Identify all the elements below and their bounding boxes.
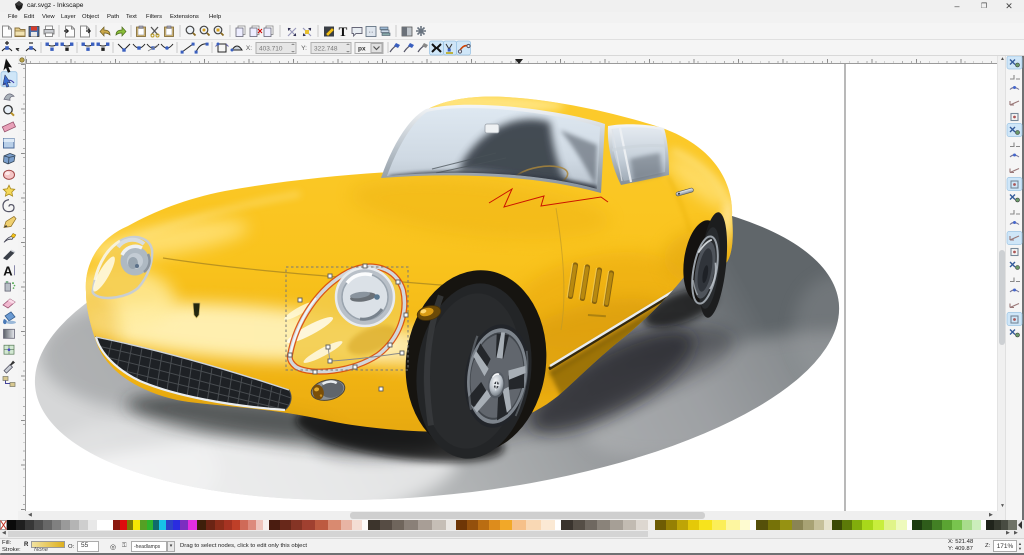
svg-text:T: T	[339, 24, 348, 39]
svg-text:··: ··	[369, 29, 374, 36]
svg-text:Y:: Y:	[301, 45, 307, 52]
svg-text:322.748: 322.748	[314, 46, 338, 53]
svg-text:X:: X:	[246, 45, 252, 52]
svg-text:403.710: 403.710	[259, 46, 283, 53]
svg-text:px: px	[358, 46, 366, 53]
svg-text:A: A	[3, 264, 13, 279]
